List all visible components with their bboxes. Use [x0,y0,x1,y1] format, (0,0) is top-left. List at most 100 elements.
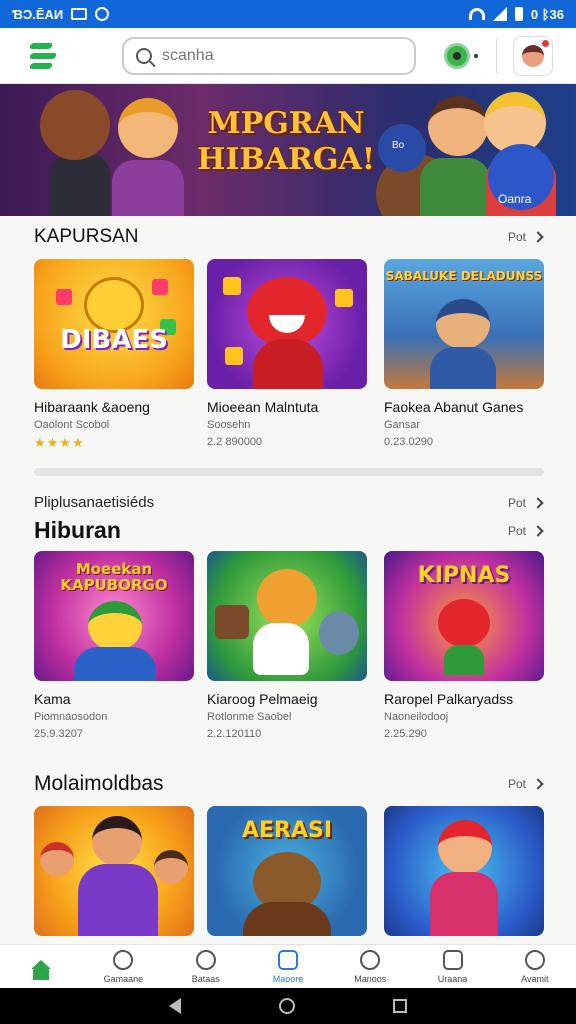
message-icon [71,8,88,20]
nav-label: Uraana [437,973,468,984]
search-input[interactable] [162,46,392,65]
banner-character-body [420,158,490,216]
back-icon[interactable] [169,998,181,1014]
bottom-navigation: Gamaane Bataas Maoore Manoos Uraana Avam… [0,944,576,988]
status-time: ƁƆ.ĒAИ [12,6,64,22]
game-card[interactable]: AERASI [207,806,367,936]
search-icon [136,47,152,64]
nav-item-more[interactable]: Maoore [250,949,326,984]
banner-character-body [112,160,184,216]
game-card[interactable]: KIPNAS Raropel Palkaryadss Naoneilodooj … [384,551,544,740]
section-eyebrow: Pliplusanaetisiéds [34,494,155,511]
section-header: Molaimoldbas Pot [34,772,544,796]
chevron-right-icon [532,778,544,790]
thumbnail-title: SABALUKE DELADUNSS [385,269,543,283]
signal-icon [492,7,507,21]
rating-stars: ★★★★ [34,435,85,450]
games-app-icon[interactable] [444,42,470,69]
game-card[interactable]: SABALUKE DELADUNSS Faokea Abanut Ganes G… [384,259,544,448]
header-divider [496,38,497,73]
see-more-link[interactable]: Pot [507,523,544,538]
game-meta: 25.9.3207 [34,728,83,740]
promo-banner[interactable]: MPGRAN HIBARGA! Bo Oanra [0,84,576,216]
thumbnail-title: DIBAES [60,325,168,355]
profile-icon [524,949,545,970]
recent-apps-icon[interactable] [393,999,407,1013]
game-title: Mioeean Malntuta [207,399,319,415]
game-title: Raropel Palkaryadss [384,691,514,707]
thumbnail-title: KIPNAS [417,563,511,588]
game-title: Kiaroog Pelmaeig [207,691,318,707]
game-thumbnail [207,259,367,389]
status-bar: ƁƆ.ĒAИ 0 ᛒ36 [0,0,576,28]
see-more-label: Pot [507,495,526,510]
nav-item-play[interactable]: Uraana [415,949,491,984]
nav-item-people[interactable]: Manoos [332,949,408,984]
app-header [0,28,576,84]
avatar-face-icon [522,44,544,67]
game-card[interactable]: Kiaroog Pelmaeig Rotlonme Saobel 2.2.120… [207,551,367,740]
section-scroll-indicator [34,468,544,476]
nav-label: Bataas [191,973,220,984]
wifi-icon [468,8,485,20]
nav-item-profile[interactable]: Avamit [497,949,573,984]
chevron-right-icon [532,524,544,537]
section-title: KAPURSAN [34,226,139,247]
game-subtitle: Soosehn [207,419,251,431]
game-thumbnail: Moeekan KAPUBORGO [34,551,194,681]
see-more-link[interactable]: Pot [507,230,544,244]
banner-title: MPGRAN HIBARGA! [196,106,375,177]
section-title: Hiburan [34,517,121,543]
see-more-label: Pot [507,230,526,244]
game-card[interactable] [384,806,544,936]
banner-character-head [118,98,178,158]
home-icon [30,959,53,980]
game-subtitle: Gansar [384,419,421,431]
nav-label: Gamaane [103,973,144,984]
nav-label: Avamit [521,973,549,984]
home-circle-icon[interactable] [279,998,295,1014]
nav-item-games[interactable]: Gamaane [85,949,161,984]
game-meta: 2.25.290 [384,728,427,740]
section-header: Hiburan Pot [34,517,544,544]
nav-label: Maoore [272,973,304,984]
game-thumbnail: KIPNAS [384,551,544,681]
game-card[interactable] [34,806,194,936]
game-subtitle: Piomnaosodon [34,711,108,723]
see-more-link[interactable]: Pot [508,777,544,791]
more-dot-icon[interactable] [474,53,478,58]
game-subtitle: Naoneilodooj [384,711,449,723]
search-bar[interactable] [122,36,416,75]
chat-icon [195,949,216,970]
game-thumbnail [207,551,367,681]
game-card[interactable]: Mioeean Malntuta Soosehn 2.2 890000 [207,259,367,448]
game-thumbnail: DIBAES [34,259,194,389]
game-meta: 2.2.120110 [207,728,262,740]
game-title: Hibaraank &aoeng [34,399,150,415]
thumbnail-title: Moeekan KAPUBORGO [60,560,168,594]
game-meta: 2.2 890000 [207,436,263,448]
game-card[interactable]: DIBAES Hibaraank &aoeng Oaolont Scobol ★… [34,259,194,451]
gamepad-icon [442,949,463,970]
app-logo-icon[interactable] [28,42,60,69]
game-subtitle: Rotlonme Saobel [207,711,292,723]
game-card[interactable]: Moeekan KAPUBORGO Kama Piomnaosodon 25.9… [34,551,194,740]
section-header: KAPURSAN Pot [34,226,544,248]
nav-item-chat[interactable]: Bataas [168,949,244,984]
status-left: ƁƆ.ĒAИ [12,6,110,22]
see-more-label: Pot [507,523,526,538]
status-clock: 0 ᛒ36 [530,6,564,22]
person-icon [360,949,381,970]
system-navigation-bar [0,988,576,1024]
see-more-link[interactable]: Pot [507,495,544,510]
banner-character-head [40,90,110,160]
compass-icon [113,949,134,970]
banner-character-body [50,154,110,216]
game-title: Kama [34,691,71,707]
banner-ball-label: Oanra [498,192,532,206]
avatar[interactable] [513,35,553,76]
nav-item-home[interactable] [3,959,79,980]
game-thumbnail [34,806,194,936]
chevron-right-icon [532,496,544,509]
status-right: 0 ᛒ36 [468,6,564,22]
